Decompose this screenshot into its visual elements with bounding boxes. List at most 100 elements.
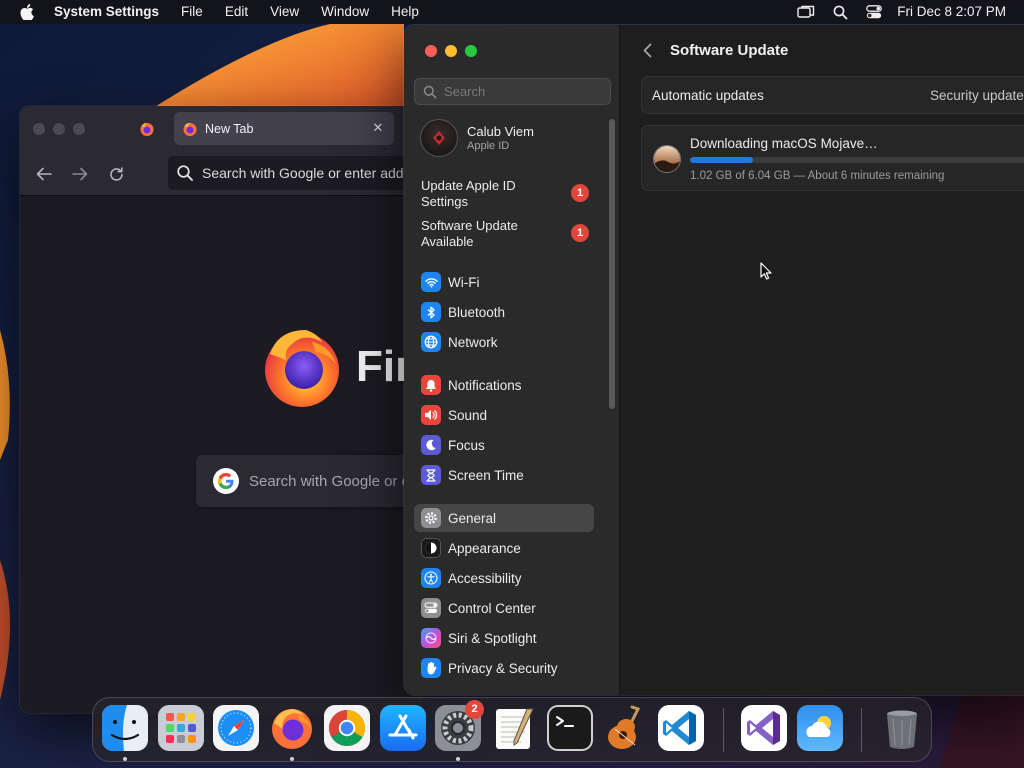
firefox-tab-bar: New Tab ✕ <box>20 106 420 150</box>
download-progress-fill <box>690 157 753 163</box>
back-chevron-icon[interactable] <box>639 40 655 60</box>
visual-studio-icon <box>741 705 787 751</box>
firefox-search-box[interactable]: Search with Google or enter address <box>196 455 420 507</box>
sidebar-scrollbar[interactable] <box>609 119 615 409</box>
sidebar-item-siri-spotlight[interactable]: Siri & Spotlight <box>414 624 594 652</box>
dock-safari[interactable] <box>213 705 259 751</box>
menu-window[interactable]: Window <box>310 0 380 24</box>
apple-id-account[interactable]: Calub Viem Apple ID <box>420 119 600 159</box>
download-progress-row: Downloading macOS Mojave… 1.02 GB of 6.0… <box>641 125 1024 191</box>
url-bar[interactable]: Search with Google or enter address <box>168 156 420 190</box>
settings-search-input[interactable]: Search <box>414 78 611 105</box>
firefox-icon <box>140 122 154 136</box>
zoom-window-button[interactable] <box>73 123 85 135</box>
dock-separator <box>861 708 862 752</box>
sidebar-item-bluetooth[interactable]: Bluetooth <box>414 298 594 326</box>
dock-chrome[interactable] <box>324 705 370 751</box>
sidebar-item-label: Wi-Fi <box>448 274 480 290</box>
sidebar-item-focus[interactable]: Focus <box>414 431 594 459</box>
search-box-placeholder: Search with Google or enter address <box>249 472 420 490</box>
sidebar-item-appearance[interactable]: Appearance <box>414 534 594 562</box>
running-indicator <box>456 757 460 761</box>
sidebar-item-general[interactable]: General <box>414 504 594 532</box>
moon-icon <box>421 435 441 455</box>
sidebar-item-label: Control Center <box>448 600 536 616</box>
close-window-button[interactable] <box>33 123 45 135</box>
firefox-pinned-tab[interactable] <box>134 116 160 142</box>
notice-software-update[interactable]: Software Update Available 1 <box>421 218 601 250</box>
menubar-clock[interactable]: Fri Dec 8 2:07 PM <box>891 0 1024 24</box>
menu-help[interactable]: Help <box>380 0 430 24</box>
dock-textedit[interactable] <box>491 705 537 751</box>
automatic-updates-label: Automatic updates <box>652 88 764 103</box>
dock-terminal[interactable] <box>547 705 593 751</box>
close-window-button[interactable] <box>425 45 437 57</box>
terminal-icon <box>547 705 593 751</box>
appearance-icon <box>421 538 441 558</box>
notification-badge: 1 <box>571 224 589 242</box>
menu-view[interactable]: View <box>259 0 310 24</box>
forward-arrow-icon[interactable] <box>70 164 90 184</box>
sidebar-item-wifi[interactable]: Wi-Fi <box>414 268 594 296</box>
dock-visual-studio[interactable] <box>741 705 787 751</box>
apple-menu-icon[interactable] <box>16 0 38 24</box>
vscode-icon <box>658 705 704 751</box>
bluetooth-icon <box>421 302 441 322</box>
launchpad-icon <box>158 705 204 751</box>
notice-update-apple-id[interactable]: Update Apple ID Settings 1 <box>421 178 601 210</box>
sidebar-item-privacy-security[interactable]: Privacy & Security <box>414 654 594 682</box>
sidebar-item-sound[interactable]: Sound <box>414 401 594 429</box>
sidebar-item-control-center[interactable]: Control Center <box>414 594 594 622</box>
spotlight-search-icon[interactable] <box>823 0 857 24</box>
sidebar-item-network[interactable]: Network <box>414 328 594 356</box>
dock-finder[interactable] <box>102 705 148 761</box>
dock-weather[interactable] <box>797 705 843 751</box>
security-updates-link[interactable]: Security updates <box>930 88 1024 103</box>
settings-content-pane: Software Update Automatic updates Securi… <box>621 25 1024 695</box>
minimize-window-button[interactable] <box>53 123 65 135</box>
sidebar-item-screen-time[interactable]: Screen Time <box>414 461 594 489</box>
menu-app-name[interactable]: System Settings <box>38 0 170 24</box>
control-center-icon[interactable] <box>857 0 891 24</box>
zoom-window-button[interactable] <box>465 45 477 57</box>
back-arrow-icon[interactable] <box>34 164 54 184</box>
sidebar-item-label: Notifications <box>448 377 522 393</box>
firefox-nav-bar: Search with Google or enter address <box>20 150 420 196</box>
sidebar-item-label: Bluetooth <box>448 304 506 320</box>
automatic-updates-row: Automatic updates Security updates <box>641 76 1024 114</box>
dock-vscode[interactable] <box>658 705 704 751</box>
dock-trash[interactable] <box>879 705 925 751</box>
app-store-icon <box>380 705 426 751</box>
google-icon <box>213 468 239 494</box>
dock-system-settings[interactable]: 2 <box>435 700 484 761</box>
download-detail: 1.02 GB of 6.04 GB — About 6 minutes rem… <box>690 170 945 182</box>
minimize-window-button[interactable] <box>445 45 457 57</box>
dock-app-store[interactable] <box>380 705 426 751</box>
avatar-image-icon <box>433 131 445 145</box>
dock-firefox[interactable] <box>269 705 315 761</box>
globe-icon <box>421 332 441 352</box>
sidebar-item-notifications[interactable]: Notifications <box>414 371 594 399</box>
page-title: Software Update <box>670 42 789 59</box>
tab-new-tab[interactable]: New Tab ✕ <box>174 112 394 145</box>
screen-mirroring-icon[interactable] <box>789 0 823 24</box>
dock-launchpad[interactable] <box>158 705 204 751</box>
hand-icon <box>421 658 441 678</box>
sidebar-item-label: Screen Time <box>448 467 524 483</box>
menu-edit[interactable]: Edit <box>214 0 259 24</box>
weather-icon <box>797 705 843 751</box>
settings-sidebar: Search Calub Viem Apple ID Update Apple … <box>404 25 620 695</box>
trash-icon <box>887 710 917 749</box>
dock-separator <box>723 708 724 752</box>
sidebar-item-accessibility[interactable]: Accessibility <box>414 564 594 592</box>
macos-mojave-icon <box>653 145 681 173</box>
search-icon <box>177 165 193 181</box>
finder-icon <box>102 705 148 751</box>
close-tab-icon[interactable]: ✕ <box>370 120 386 136</box>
account-name: Calub Viem <box>467 124 534 139</box>
firefox-icon <box>272 709 312 749</box>
menu-file[interactable]: File <box>170 0 214 24</box>
search-placeholder: Search <box>444 84 486 99</box>
dock-garageband[interactable] <box>602 705 648 751</box>
reload-icon[interactable] <box>106 164 126 184</box>
